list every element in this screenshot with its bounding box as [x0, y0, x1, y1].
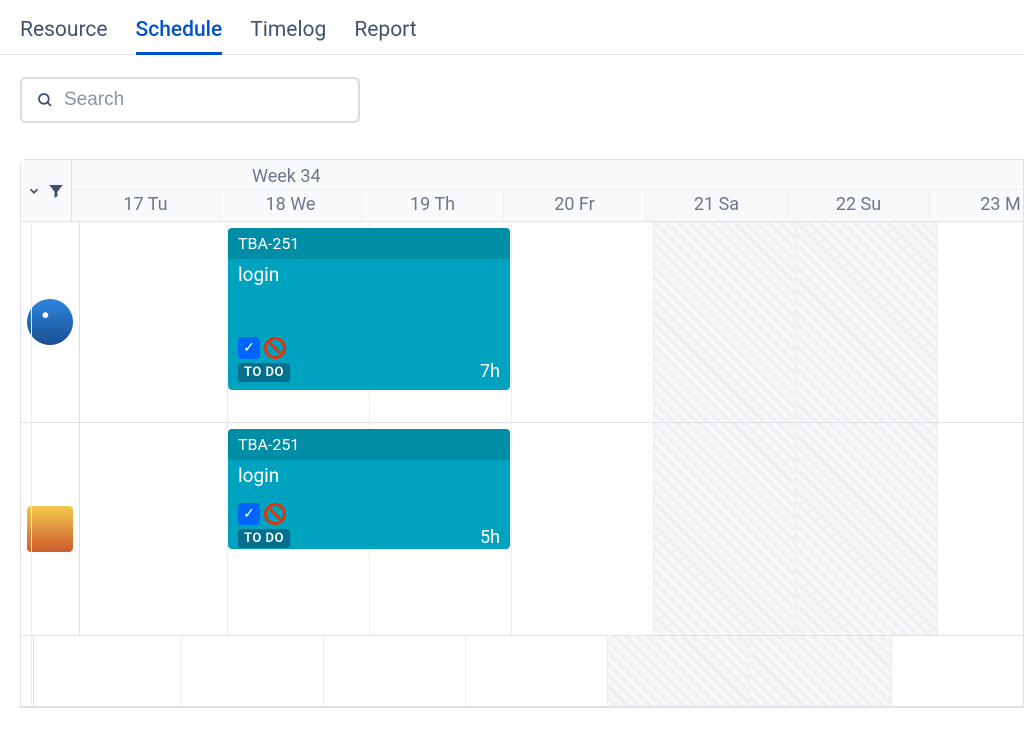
avatar: [27, 299, 73, 345]
day-cell[interactable]: [654, 222, 796, 422]
day-cell[interactable]: [892, 636, 1024, 706]
status-badge: TO DO: [238, 363, 290, 382]
resource-cell[interactable]: [21, 636, 34, 706]
days-header: Week 34 17 Tu 18 We 19 Th 20 Fr 21 Sa 22…: [72, 160, 1024, 221]
day-cell[interactable]: [80, 423, 228, 635]
search-row: [0, 55, 1024, 145]
task-type-icon: ✓: [238, 503, 260, 525]
blocked-icon: [264, 337, 286, 359]
day-header: 23 M: [930, 190, 1024, 221]
task-type-icon: ✓: [238, 337, 260, 359]
search-box[interactable]: [20, 77, 360, 123]
day-cell[interactable]: [512, 423, 654, 635]
schedule-event[interactable]: TBA-251 login ✓ TO DO 7h: [228, 228, 510, 390]
day-cell[interactable]: [466, 636, 608, 706]
event-title: login: [228, 259, 510, 331]
tab-timelog[interactable]: Timelog: [250, 18, 326, 54]
event-key: TBA-251: [228, 429, 510, 460]
day-header: 17 Tu: [72, 190, 220, 221]
day-cell[interactable]: [34, 636, 182, 706]
resource-cell[interactable]: [21, 423, 80, 635]
day-header: 18 We: [220, 190, 362, 221]
day-header: 21 Sa: [646, 190, 788, 221]
day-cell[interactable]: [796, 222, 938, 422]
day-cell[interactable]: [512, 222, 654, 422]
search-icon: [36, 91, 54, 109]
day-cell[interactable]: [182, 636, 324, 706]
status-badge: TO DO: [238, 529, 290, 548]
day-cell[interactable]: [324, 636, 466, 706]
schedule-event[interactable]: TBA-251 login ✓ TO DO 5h: [228, 429, 510, 549]
sidebar-header: [21, 160, 72, 221]
top-tabs: Resource Schedule Timelog Report: [0, 0, 1024, 55]
event-key: TBA-251: [228, 228, 510, 259]
day-cell[interactable]: [938, 423, 1024, 635]
tab-report[interactable]: Report: [354, 18, 416, 54]
resource-row: [21, 636, 1023, 707]
tab-resource[interactable]: Resource: [20, 18, 108, 54]
event-hours: 5h: [480, 527, 500, 548]
avatar: [27, 506, 73, 552]
day-cell[interactable]: [654, 423, 796, 635]
day-cell[interactable]: [796, 423, 938, 635]
day-header: 20 Fr: [504, 190, 646, 221]
day-cell[interactable]: [608, 636, 750, 706]
resource-row: TBA-251 login ✓ TO DO 5h: [21, 423, 1023, 636]
blocked-icon: [264, 503, 286, 525]
resource-cell[interactable]: [21, 222, 80, 422]
week-label: Week 34: [72, 160, 1024, 190]
resource-row: TBA-251 login ✓ TO DO 7h: [21, 222, 1023, 423]
day-header: 19 Th: [362, 190, 504, 221]
calendar-header: Week 34 17 Tu 18 We 19 Th 20 Fr 21 Sa 22…: [21, 160, 1023, 222]
day-cell[interactable]: [80, 222, 228, 422]
tab-schedule[interactable]: Schedule: [136, 18, 223, 54]
schedule-calendar: Week 34 17 Tu 18 We 19 Th 20 Fr 21 Sa 22…: [20, 159, 1024, 708]
day-cell[interactable]: [938, 222, 1024, 422]
chevron-down-icon[interactable]: [27, 184, 41, 198]
search-input[interactable]: [64, 89, 344, 111]
event-hours: 7h: [480, 361, 500, 382]
day-cell[interactable]: [750, 636, 892, 706]
event-title: login: [228, 460, 510, 497]
day-header: 22 Su: [788, 190, 930, 221]
filter-icon[interactable]: [47, 182, 65, 200]
